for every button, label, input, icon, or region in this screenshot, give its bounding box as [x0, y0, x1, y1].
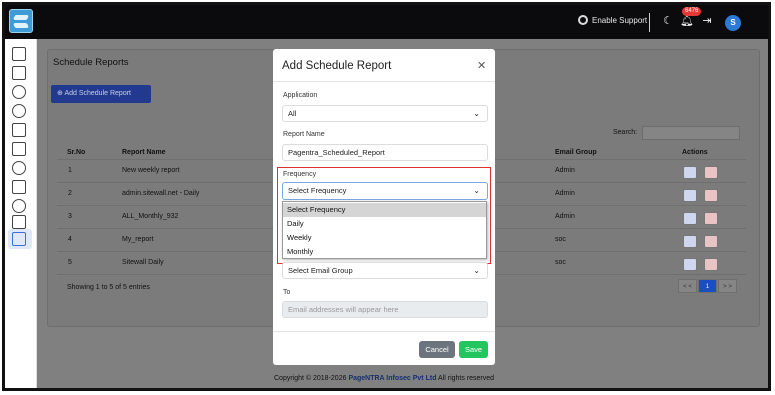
report-name-value: Pagentra_Scheduled_Report [288, 148, 385, 157]
pager-page-1[interactable]: 1 [698, 279, 717, 293]
dashboard-icon[interactable] [12, 47, 26, 61]
frequency-select[interactable]: Select Frequency ⌄ [282, 182, 488, 200]
footer-prefix: Copyright © 2018-2026 [274, 375, 347, 382]
application-label: Application [283, 92, 318, 99]
header-actions: Actions [682, 149, 708, 156]
header-sr-no[interactable]: Sr.No [67, 149, 85, 156]
cell-email-group: Admin [555, 190, 575, 197]
modal-title: Add Schedule Report [282, 60, 392, 72]
cell-sr-no: 2 [68, 190, 72, 197]
header-report-name[interactable]: Report Name [122, 149, 166, 156]
book-icon[interactable] [12, 180, 26, 194]
trash-icon[interactable] [704, 235, 718, 248]
cell-email-group: Admin [555, 167, 575, 174]
frequency-option-select[interactable]: Select Frequency [283, 203, 486, 217]
frequency-value: Select Frequency [288, 186, 347, 195]
pager-next[interactable]: > > [718, 279, 737, 293]
search-label: Search: [613, 129, 638, 136]
topbar-divider [649, 13, 650, 32]
chevron-down-icon: ⌄ [473, 186, 480, 195]
cell-sr-no: 5 [68, 259, 72, 266]
enable-support-button[interactable]: Enable Support [578, 15, 647, 25]
monitor-icon[interactable] [12, 66, 26, 80]
settings-icon[interactable] [12, 85, 26, 99]
application-value: All [288, 109, 297, 118]
footer-company-link[interactable]: PageNTRA Infosec Pvt Ltd [348, 375, 436, 382]
clock-icon[interactable] [12, 161, 26, 175]
cell-report-name: Sitewall Daily [122, 259, 164, 266]
folder-icon[interactable] [12, 142, 26, 156]
cell-report-name: My_report [122, 236, 154, 243]
modal-divider [273, 81, 495, 82]
bell-icon[interactable]: 🔔︎ [680, 14, 694, 28]
cell-email-group: Admin [555, 213, 575, 220]
cell-report-name: New weekly report [122, 167, 180, 174]
to-label: To [283, 289, 291, 296]
document-icon[interactable] [12, 215, 26, 229]
calendar-check-icon[interactable] [12, 123, 26, 137]
to-placeholder: Email addresses will appear here [288, 305, 399, 314]
footer-suffix: All rights reserved [438, 375, 495, 382]
notification-badge: 6476 [682, 7, 702, 16]
app-window: Enable Support ☾ 🔔︎ 6476 ⇥ S Schedule Re… [2, 2, 771, 391]
logout-icon[interactable]: ⇥ [700, 14, 714, 28]
chevron-down-icon: ⌄ [473, 109, 480, 118]
gear-icon [578, 15, 588, 25]
email-group-select[interactable]: Select Email Group ⌄ [282, 262, 488, 279]
header-email-group[interactable]: Email Group [555, 149, 597, 156]
cell-sr-no: 1 [68, 167, 72, 174]
top-bar: Enable Support ☾ 🔔︎ 6476 ⇥ S [5, 5, 768, 39]
grid-icon[interactable] [12, 232, 26, 246]
close-icon[interactable]: ✕ [477, 59, 486, 72]
pager-prev[interactable]: < < [678, 279, 697, 293]
cell-email-group: soc [555, 259, 566, 266]
moon-icon[interactable]: ☾ [661, 14, 675, 28]
report-name-label: Report Name [283, 131, 325, 138]
frequency-option-weekly[interactable]: Weekly [283, 231, 486, 245]
cell-email-group: soc [555, 236, 566, 243]
add-schedule-report-button[interactable]: ⊕ Add Schedule Report [51, 85, 151, 103]
cell-report-name: admin.sitewall.net - Daily [122, 190, 200, 197]
edit-icon[interactable] [683, 258, 697, 271]
cell-sr-no: 4 [68, 236, 72, 243]
report-name-field[interactable]: Pagentra_Scheduled_Report [282, 144, 488, 161]
application-select[interactable]: All ⌄ [282, 105, 488, 122]
chevron-down-icon: ⌄ [473, 266, 480, 275]
footer: Copyright © 2018-2026 PageNTRA Infosec P… [274, 375, 494, 382]
user-icon[interactable] [12, 199, 26, 213]
cell-sr-no: 3 [68, 213, 72, 220]
edit-icon[interactable] [683, 189, 697, 202]
add-schedule-report-modal: Add Schedule Report ✕ Application All ⌄ … [273, 49, 495, 365]
cell-report-name: ALL_Monthly_932 [122, 213, 179, 220]
to-field: Email addresses will appear here [282, 301, 488, 318]
frequency-option-monthly[interactable]: Monthly [283, 245, 486, 259]
enable-support-label: Enable Support [592, 15, 648, 25]
email-group-value: Select Email Group [288, 266, 353, 275]
frequency-label: Frequency [283, 171, 317, 178]
frequency-dropdown: Select Frequency Daily Weekly Monthly [282, 201, 487, 259]
cancel-button[interactable]: Cancel [419, 341, 455, 358]
modal-divider [273, 331, 495, 332]
frequency-option-daily[interactable]: Daily [283, 217, 486, 231]
search-icon[interactable] [12, 104, 26, 118]
page-title: Schedule Reports [53, 57, 129, 68]
edit-icon[interactable] [683, 235, 697, 248]
search-input[interactable] [642, 126, 740, 140]
edit-icon[interactable] [683, 212, 697, 225]
app-logo[interactable] [9, 9, 33, 33]
avatar[interactable]: S [725, 15, 741, 31]
sidebar [5, 39, 37, 388]
trash-icon[interactable] [704, 258, 718, 271]
trash-icon[interactable] [704, 212, 718, 225]
save-button[interactable]: Save [459, 341, 488, 358]
trash-icon[interactable] [704, 166, 718, 179]
table-info: Showing 1 to 5 of 5 entries [67, 284, 150, 291]
trash-icon[interactable] [704, 189, 718, 202]
edit-icon[interactable] [683, 166, 697, 179]
add-button-label: Add Schedule Report [64, 90, 131, 97]
